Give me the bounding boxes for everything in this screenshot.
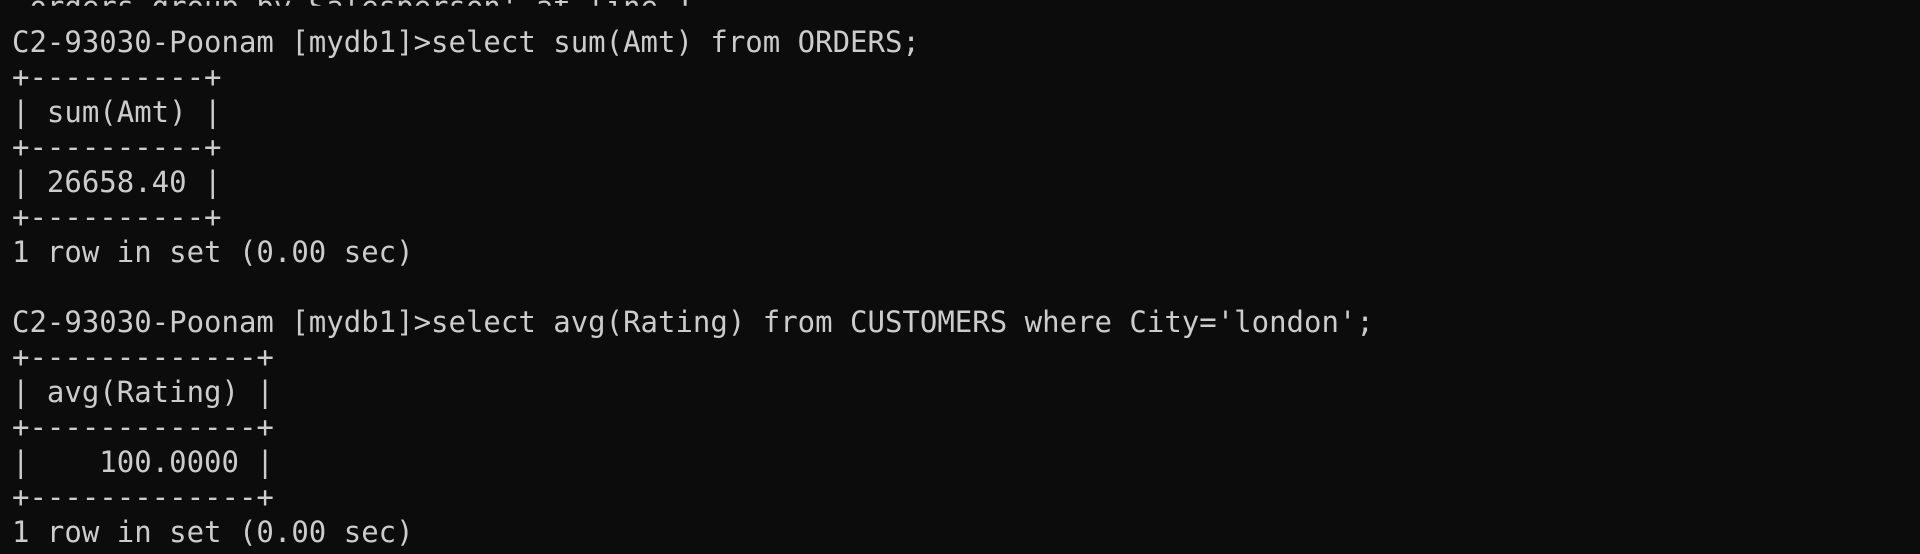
prompt-command-avg: C2-93030-Poonam [mydb1]>select avg(Ratin… xyxy=(12,305,1374,339)
result-summary: 1 row in set (0.00 sec) xyxy=(12,515,414,549)
table-border-top: +-------------+ xyxy=(12,340,274,374)
table-row-sum-value: | 26658.40 | xyxy=(12,165,222,199)
table-border-bottom: +-------------+ xyxy=(12,480,274,514)
prompt-command-sum: C2-93030-Poonam [mydb1]>select sum(Amt) … xyxy=(12,25,920,59)
terminal-line-partial-error: -orders group by Salesperson' at line 1 xyxy=(12,0,693,24)
table-border-top: +----------+ xyxy=(12,60,222,94)
table-header-sum-amt: | sum(Amt) | xyxy=(12,95,222,129)
terminal-output: -orders group by Salesperson' at line 1 … xyxy=(12,0,1920,550)
table-border-middle: +----------+ xyxy=(12,130,222,164)
terminal-window[interactable]: -orders group by Salesperson' at line 1 … xyxy=(0,0,1920,554)
table-border-middle: +-------------+ xyxy=(12,410,274,444)
result-summary: 1 row in set (0.00 sec) xyxy=(12,235,414,269)
table-header-avg-rating: | avg(Rating) | xyxy=(12,375,274,409)
table-border-bottom: +----------+ xyxy=(12,200,222,234)
table-row-avg-value: | 100.0000 | xyxy=(12,445,274,479)
